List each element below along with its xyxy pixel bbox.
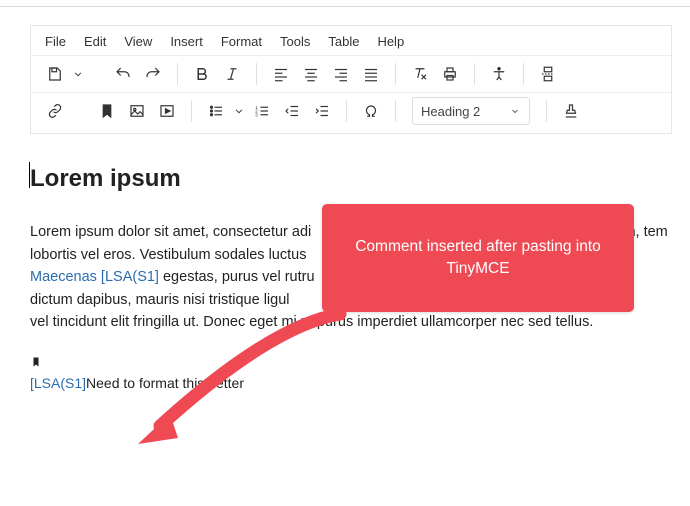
menubar: File Edit View Insert Format Tools Table… — [31, 26, 671, 55]
bookmark-icon[interactable] — [93, 97, 121, 125]
menu-help[interactable]: Help — [377, 34, 404, 49]
number-list-icon[interactable]: 123 — [248, 97, 276, 125]
align-justify-icon[interactable] — [357, 60, 385, 88]
comment-text: Need to format this better — [86, 375, 244, 391]
save-icon[interactable] — [41, 60, 69, 88]
media-icon[interactable] — [153, 97, 181, 125]
bookmark-marker-icon — [30, 354, 44, 376]
menu-format[interactable]: Format — [221, 34, 262, 49]
block-format-select[interactable]: Heading 2 — [412, 97, 530, 125]
align-right-icon[interactable] — [327, 60, 355, 88]
italic-icon[interactable] — [218, 60, 246, 88]
menu-insert[interactable]: Insert — [170, 34, 203, 49]
annotation-text: Comment inserted after pasting into Tiny… — [344, 236, 612, 279]
redo-icon[interactable] — [139, 60, 167, 88]
stamp-icon[interactable] — [557, 97, 585, 125]
image-icon[interactable] — [123, 97, 151, 125]
menu-edit[interactable]: Edit — [84, 34, 106, 49]
annotation-callout: Comment inserted after pasting into Tiny… — [322, 204, 634, 312]
heading-text: Lorem ipsum — [30, 160, 672, 197]
indent-icon[interactable] — [308, 97, 336, 125]
menu-view[interactable]: View — [124, 34, 152, 49]
bullet-list-dropdown-icon[interactable] — [232, 97, 246, 125]
text-cursor — [29, 162, 30, 188]
block-format-label: Heading 2 — [421, 104, 480, 119]
clear-format-icon[interactable] — [406, 60, 434, 88]
outdent-icon[interactable] — [278, 97, 306, 125]
editor-shell: File Edit View Insert Format Tools Table… — [30, 25, 672, 134]
page-break-icon[interactable] — [534, 60, 562, 88]
chevron-down-icon — [509, 105, 521, 117]
accessibility-icon[interactable] — [485, 60, 513, 88]
toolbar-row-1 — [31, 55, 671, 92]
tracked-insert-link[interactable]: Maecenas [LSA(S1] — [30, 269, 159, 285]
bullet-list-icon[interactable] — [202, 97, 230, 125]
undo-icon[interactable] — [109, 60, 137, 88]
comment-block: [LSA(S1]Need to format this better — [30, 352, 672, 395]
align-center-icon[interactable] — [297, 60, 325, 88]
toolbar-row-2: 123 Heading 2 — [31, 92, 671, 133]
svg-text:3: 3 — [255, 112, 258, 117]
comment-ref[interactable]: [LSA(S1] — [30, 375, 86, 391]
special-char-icon[interactable] — [357, 97, 385, 125]
menu-file[interactable]: File — [45, 34, 66, 49]
menu-tools[interactable]: Tools — [280, 34, 310, 49]
save-dropdown-icon[interactable] — [71, 60, 85, 88]
align-left-icon[interactable] — [267, 60, 295, 88]
menu-table[interactable]: Table — [328, 34, 359, 49]
link-icon[interactable] — [41, 97, 69, 125]
bold-icon[interactable] — [188, 60, 216, 88]
print-icon[interactable] — [436, 60, 464, 88]
